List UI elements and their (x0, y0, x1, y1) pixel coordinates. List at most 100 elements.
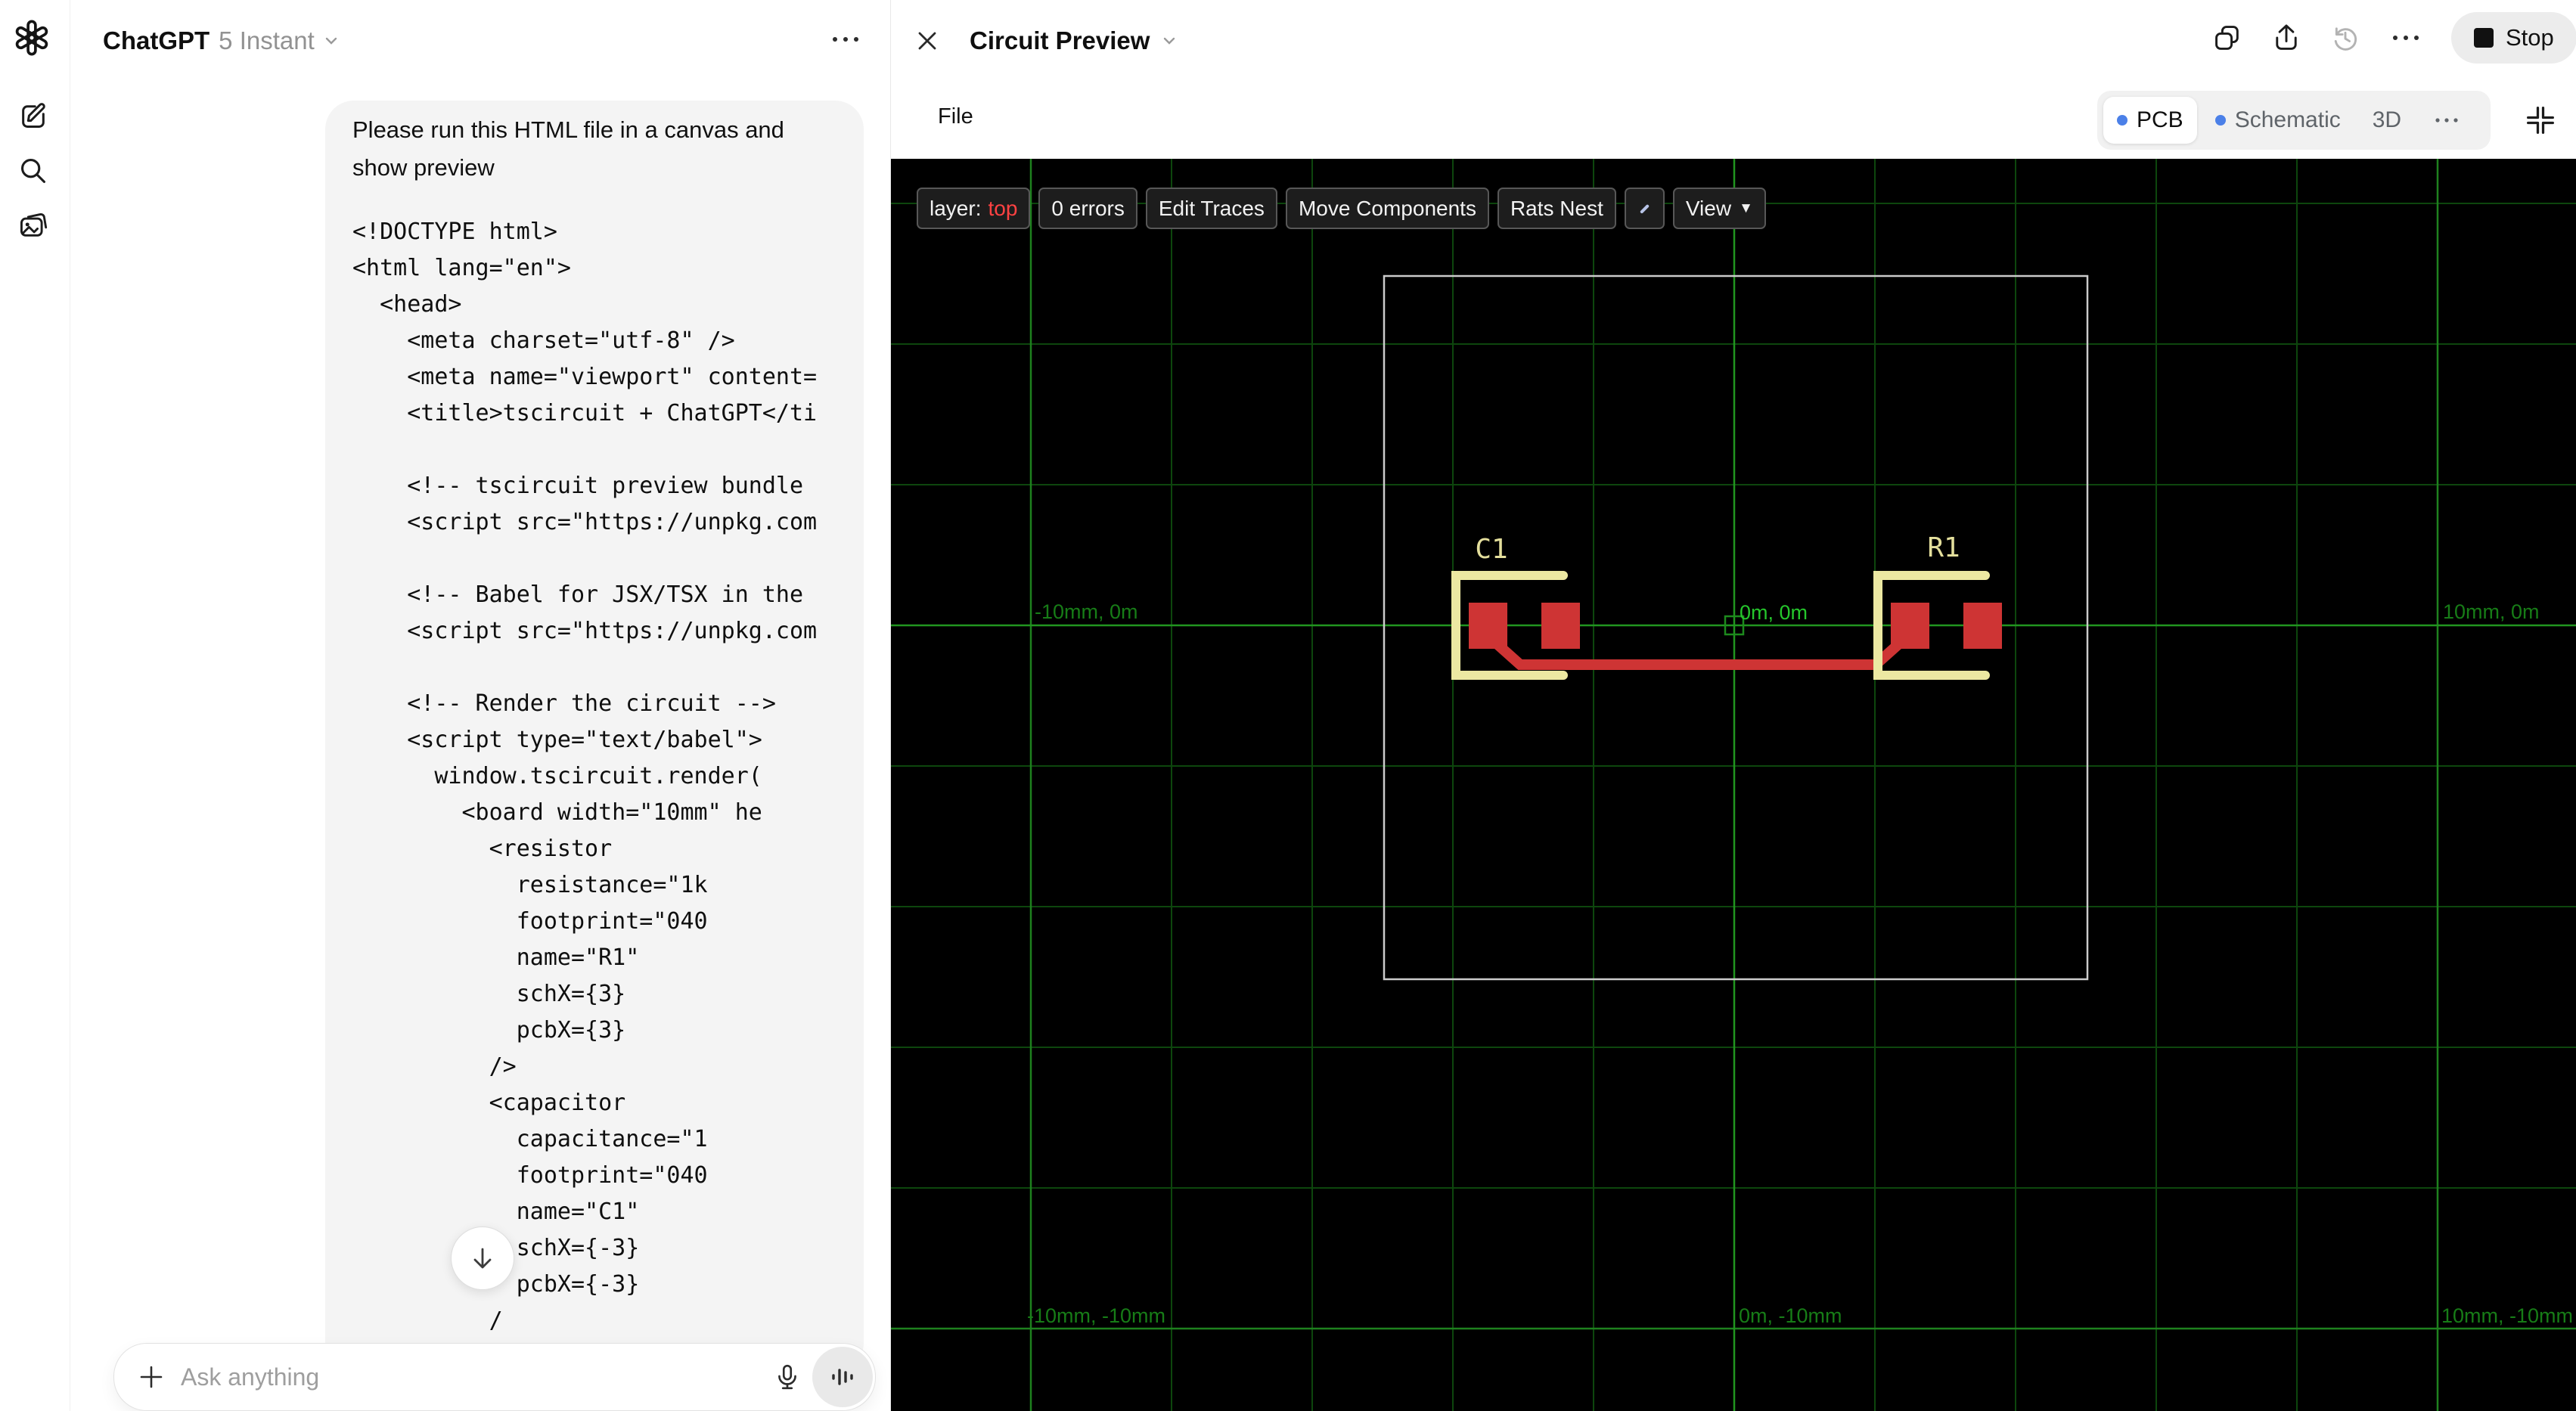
code-line: <resistor (352, 836, 613, 862)
app-window: ChatGPT 5 Instant Please run this HTML f… (0, 0, 2576, 1411)
code-line: /> (352, 1053, 517, 1080)
library-icon[interactable] (18, 210, 48, 240)
layer-button[interactable]: layer: top (917, 188, 1031, 229)
code-line: <meta name="viewport" content= (352, 364, 818, 390)
layer-value: top (988, 196, 1018, 220)
pcb-toolbar: layer: top 0 errors Edit Traces Move Com… (917, 188, 1766, 229)
search-icon[interactable] (18, 156, 48, 186)
tab-pcb-label: PCB (2137, 107, 2183, 132)
canvas-title[interactable]: Circuit Preview (970, 26, 1150, 55)
code-line: <!-- tscircuit preview bundle (352, 473, 804, 499)
coord-label-bottom-center: 0m, -10mm (1739, 1304, 1842, 1327)
pcb-canvas[interactable]: C1 R1 -10mm, 0m 0m, 0m 10mm, 0m -10mm, -… (891, 159, 2576, 1411)
pencil-icon (1640, 204, 1650, 213)
chat-title[interactable]: ChatGPT (103, 26, 209, 55)
errors-button[interactable]: 0 errors (1038, 188, 1137, 229)
voice-mode-button[interactable] (812, 1347, 873, 1407)
code-line: name="C1" (352, 1199, 640, 1225)
code-line: <title>tscircuit + ChatGPT</ti (352, 400, 818, 426)
code-line: footprint="040 (352, 1162, 708, 1189)
new-chat-icon[interactable] (18, 101, 48, 131)
coord-label-bottom-left: -10mm, -10mm (1027, 1304, 1165, 1327)
code-line: <script type="text/babel"> (352, 727, 762, 753)
canvas-header: Circuit Preview (915, 18, 1178, 64)
stop-square-icon (2474, 28, 2494, 48)
chat-header: ChatGPT 5 Instant (91, 18, 877, 64)
r1-pad1[interactable] (1891, 603, 1929, 649)
attach-plus-icon[interactable] (138, 1364, 164, 1390)
c1-pad2[interactable] (1541, 603, 1580, 649)
pencil-tool-button[interactable] (1624, 188, 1665, 229)
coord-label-left: -10mm, 0m (1035, 600, 1138, 623)
openai-logo-icon (15, 20, 48, 56)
history-icon[interactable] (2330, 23, 2360, 53)
r1-label: R1 (1927, 532, 1960, 563)
code-line: <head> (352, 291, 462, 318)
tab-3d-label: 3D (2372, 107, 2402, 132)
tabs-overflow[interactable] (2419, 97, 2474, 144)
scroll-to-bottom-button[interactable] (451, 1226, 514, 1290)
code-line: footprint="040 (352, 908, 708, 935)
code-line: pcbX={-3} (516, 1271, 640, 1298)
user-message-text: Please run this HTML file in a canvas an… (352, 111, 844, 187)
code-line: schX={3} (352, 981, 626, 1007)
user-message-bubble: Please run this HTML file in a canvas an… (325, 101, 864, 1372)
share-icon[interactable] (2271, 23, 2301, 53)
tab-schematic-label: Schematic (2234, 107, 2341, 132)
pcb-scene: C1 R1 -10mm, 0m 0m, 0m 10mm, 0m -10mm, -… (891, 159, 2576, 1411)
code-line: capacitance="1 (352, 1126, 708, 1152)
tab-pcb[interactable]: PCB (2103, 97, 2197, 144)
code-line: <board width="10mm" he (352, 799, 762, 826)
composer-input[interactable] (179, 1362, 773, 1392)
file-menu[interactable]: File (938, 104, 973, 129)
waveform-icon (832, 1369, 853, 1385)
code-line: / (352, 1307, 503, 1334)
close-canvas-icon[interactable] (915, 29, 939, 53)
collapse-fullscreen-icon[interactable] (2525, 104, 2556, 136)
stop-label: Stop (2506, 24, 2554, 51)
r1-pad2[interactable] (1963, 603, 2002, 649)
canvas-actions: Stop (2212, 12, 2576, 64)
message-line: show preview (352, 154, 495, 181)
code-line: name="R1" (352, 944, 640, 971)
c1-label: C1 (1475, 534, 1507, 565)
stop-button[interactable]: Stop (2451, 12, 2576, 64)
canvas-title-chevron-icon[interactable] (1160, 32, 1178, 50)
coord-label-right: 10mm, 0m (2443, 600, 2540, 623)
tab-3d[interactable]: 3D (2359, 97, 2415, 144)
layer-prefix: layer: (930, 196, 982, 220)
code-line: <html lang="en"> (352, 255, 571, 281)
view-dropdown-button[interactable]: View ▼ (1672, 188, 1766, 229)
pcb-status-dot (2117, 115, 2128, 126)
edit-traces-button[interactable]: Edit Traces (1145, 188, 1277, 229)
view-label: View (1685, 196, 1732, 220)
tabs-overflow-icon (2435, 118, 2458, 122)
chat-options-icon[interactable] (829, 30, 862, 48)
coord-label-origin: 0m, 0m (1740, 601, 1808, 624)
composer (113, 1343, 876, 1411)
canvas-options-icon[interactable] (2389, 29, 2422, 47)
code-line: <script src="https://unpkg.com (352, 618, 818, 644)
code-line: <capacitor (352, 1090, 626, 1116)
copy-icon[interactable] (2212, 23, 2242, 53)
code-line: resistance="1k (352, 872, 708, 898)
view-caret-icon: ▼ (1739, 200, 1753, 216)
code-line: schX={-3} (516, 1235, 640, 1261)
code-line: <!-- Render the circuit --> (352, 690, 776, 717)
code-line: window.tscircuit.render( (352, 763, 762, 789)
microphone-icon[interactable] (773, 1363, 802, 1391)
chat-model-label[interactable]: 5 Instant (219, 26, 315, 55)
code-line: <!DOCTYPE html> (352, 219, 557, 245)
tab-schematic[interactable]: Schematic (2202, 97, 2354, 144)
move-components-button[interactable]: Move Components (1285, 188, 1489, 229)
model-chevron-down-icon[interactable] (322, 32, 340, 50)
c1-pad1[interactable] (1469, 603, 1507, 649)
code-line: <meta charset="utf-8" /> (352, 327, 735, 354)
code-line: pcbX={3} (352, 1017, 626, 1044)
arrow-down-icon (473, 1248, 492, 1269)
message-line: Please run this HTML file in a canvas an… (352, 116, 784, 143)
rats-nest-button[interactable]: Rats Nest (1497, 188, 1616, 229)
